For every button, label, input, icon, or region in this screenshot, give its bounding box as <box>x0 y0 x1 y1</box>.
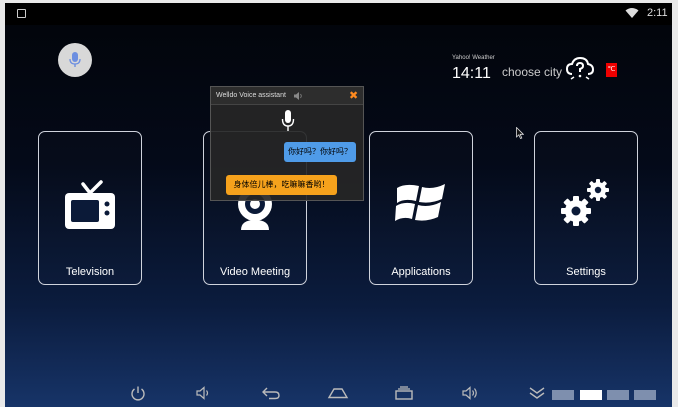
volume-down-button[interactable] <box>193 383 215 403</box>
back-icon <box>262 387 280 400</box>
page-indicator[interactable] <box>634 390 656 400</box>
temperature-unit-badge[interactable]: ℃ <box>606 63 617 77</box>
recent-apps-button[interactable] <box>393 383 415 403</box>
mouse-cursor-icon <box>516 127 524 139</box>
wifi-icon <box>625 8 639 18</box>
back-button[interactable] <box>260 383 282 403</box>
home-icon <box>327 388 349 399</box>
voice-search-button[interactable] <box>58 43 92 77</box>
tile-applications[interactable]: Applications <box>369 131 473 285</box>
notification-icon[interactable] <box>17 9 26 18</box>
windows-icon <box>395 184 445 221</box>
tile-label: Television <box>65 266 115 278</box>
collapse-button[interactable] <box>526 383 548 403</box>
close-icon[interactable]: ✖ <box>349 89 358 102</box>
gears-icon <box>561 179 609 226</box>
tv-icon <box>65 180 115 229</box>
weather-clock: 14:11 <box>452 65 491 82</box>
volume-up-icon <box>462 386 477 400</box>
tile-label: Settings <box>566 266 606 278</box>
tile-settings[interactable]: Settings <box>534 131 638 285</box>
choose-city-link[interactable]: choose city <box>502 65 562 79</box>
status-bar: 2:11 <box>5 3 672 25</box>
status-clock: 2:11 <box>647 7 668 19</box>
assistant-reply-bubble: 身体倍儿棒，吃嘛嘛香哟！ <box>226 175 337 195</box>
volume-down-icon <box>196 386 209 400</box>
home-button[interactable] <box>327 383 349 403</box>
voice-assistant-dialog: Welldo Voice assistant ✖ 你好吗？你好吗？ 身体倍儿棒，… <box>210 86 364 201</box>
dialog-title: Welldo Voice assistant <box>216 92 286 99</box>
dialog-header: Welldo Voice assistant ✖ <box>211 87 363 105</box>
power-button[interactable] <box>127 383 149 403</box>
microphone-icon[interactable] <box>281 109 295 133</box>
tile-television[interactable]: Television <box>38 131 142 285</box>
tile-label: Video Meeting <box>219 266 291 278</box>
page-indicator[interactable] <box>607 390 629 400</box>
recent-apps-icon <box>395 386 413 400</box>
user-message-bubble: 你好吗？你好吗？ <box>284 142 356 162</box>
page-indicator-active[interactable] <box>580 390 602 400</box>
power-icon <box>131 386 145 401</box>
volume-up-button[interactable] <box>460 383 482 403</box>
page-indicator[interactable] <box>552 390 574 400</box>
microphone-icon <box>69 52 81 67</box>
speaker-icon[interactable] <box>293 91 303 101</box>
weather-unknown-icon[interactable] <box>566 56 594 82</box>
weather-source: Yahoo! Weather <box>452 55 495 61</box>
collapse-icon <box>529 387 545 399</box>
tile-label: Applications <box>391 266 451 278</box>
